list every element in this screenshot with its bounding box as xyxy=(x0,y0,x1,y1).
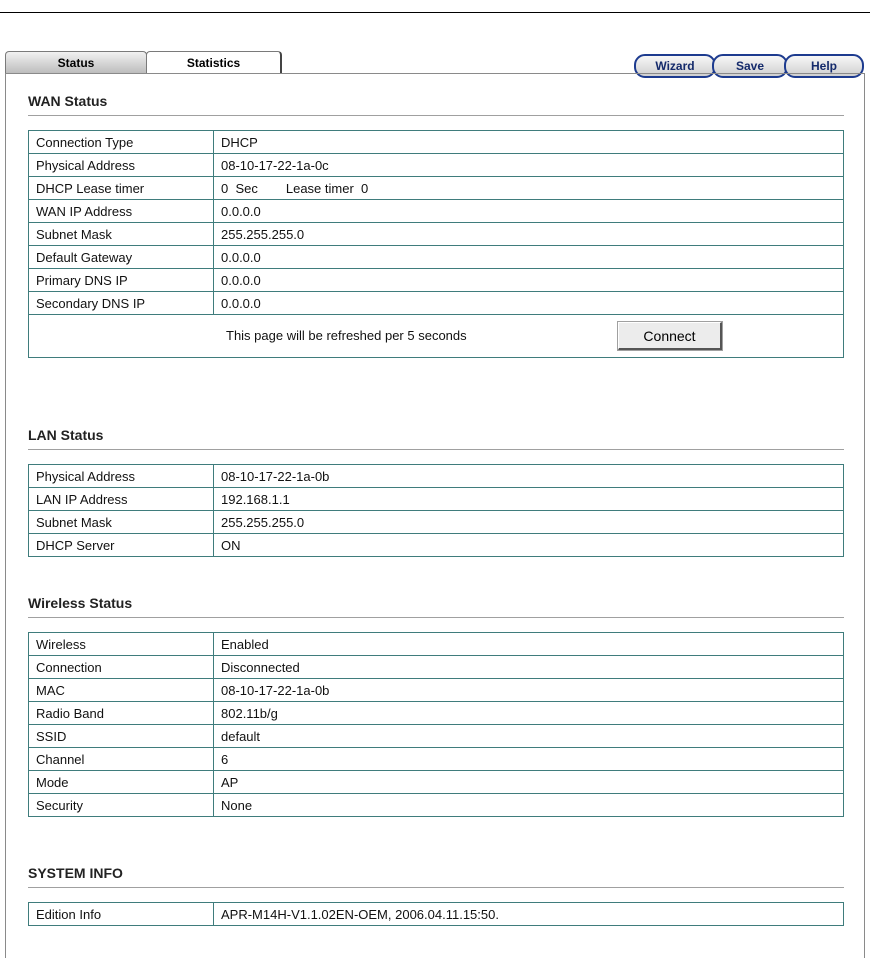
refresh-row: This page will be refreshed per 5 second… xyxy=(28,314,844,358)
table-row: Radio Band 802.11b/g xyxy=(28,701,844,725)
table-row: Secondary DNS IP 0.0.0.0 xyxy=(28,291,844,315)
table-row: LAN IP Address 192.168.1.1 xyxy=(28,487,844,511)
table-row: Wireless Enabled xyxy=(28,632,844,656)
lease-timer: Lease timer 0 xyxy=(285,180,369,196)
row-value: 0.0.0.0 xyxy=(213,199,844,223)
wan-status-table: Connection Type DHCP Physical Address 08… xyxy=(28,130,844,358)
table-row: Subnet Mask 255.255.255.0 xyxy=(28,222,844,246)
row-label: MAC xyxy=(28,678,214,702)
table-row: Physical Address 08-10-17-22-1a-0b xyxy=(28,464,844,488)
row-value: 0 Sec Lease timer 0 xyxy=(213,176,844,200)
row-value: Disconnected xyxy=(213,655,844,679)
system-info-table: Edition Info APR-M14H-V1.1.02EN-OEM, 200… xyxy=(28,902,844,926)
row-label: Subnet Mask xyxy=(28,510,214,534)
table-row: Connection Disconnected xyxy=(28,655,844,679)
row-label: SSID xyxy=(28,724,214,748)
row-label: Physical Address xyxy=(28,464,214,488)
wireless-status-table: Wireless Enabled Connection Disconnected… xyxy=(28,632,844,817)
table-row: Physical Address 08-10-17-22-1a-0c xyxy=(28,153,844,177)
row-value: AP xyxy=(213,770,844,794)
table-row: Security None xyxy=(28,793,844,817)
row-value: 08-10-17-22-1a-0c xyxy=(213,153,844,177)
row-value: 6 xyxy=(213,747,844,771)
row-label: Security xyxy=(28,793,214,817)
row-value: default xyxy=(213,724,844,748)
row-value: 802.11b/g xyxy=(213,701,844,725)
connect-button[interactable]: Connect xyxy=(617,321,723,351)
row-value: 0.0.0.0 xyxy=(213,268,844,292)
row-value: 255.255.255.0 xyxy=(213,222,844,246)
top-divider xyxy=(0,12,870,13)
row-label: Wireless xyxy=(28,632,214,656)
row-value: APR-M14H-V1.1.02EN-OEM, 2006.04.11.15:50… xyxy=(213,902,844,926)
tab-status[interactable]: Status xyxy=(5,51,147,73)
table-row: DHCP Server ON xyxy=(28,533,844,557)
row-value: 255.255.255.0 xyxy=(213,510,844,534)
row-label: Mode xyxy=(28,770,214,794)
row-value: None xyxy=(213,793,844,817)
row-value: 192.168.1.1 xyxy=(213,487,844,511)
wireless-status-title: Wireless Status xyxy=(28,595,844,618)
system-info-title: SYSTEM INFO xyxy=(28,865,844,888)
table-row: WAN IP Address 0.0.0.0 xyxy=(28,199,844,223)
table-row: Edition Info APR-M14H-V1.1.02EN-OEM, 200… xyxy=(28,902,844,926)
row-value: DHCP xyxy=(213,130,844,154)
lan-status-table: Physical Address 08-10-17-22-1a-0b LAN I… xyxy=(28,464,844,557)
row-value: 0.0.0.0 xyxy=(213,291,844,315)
row-label: Default Gateway xyxy=(28,245,214,269)
row-label: Channel xyxy=(28,747,214,771)
tab-statistics[interactable]: Statistics xyxy=(146,51,282,73)
table-row: Channel 6 xyxy=(28,747,844,771)
row-label: Secondary DNS IP xyxy=(28,291,214,315)
row-label: LAN IP Address xyxy=(28,487,214,511)
row-value: Enabled xyxy=(213,632,844,656)
row-label: Connection xyxy=(28,655,214,679)
row-label: DHCP Server xyxy=(28,533,214,557)
row-label: Subnet Mask xyxy=(28,222,214,246)
row-label: DHCP Lease timer xyxy=(28,176,214,200)
row-label: Edition Info xyxy=(28,902,214,926)
row-label: Radio Band xyxy=(28,701,214,725)
lan-status-title: LAN Status xyxy=(28,427,844,450)
table-row: Primary DNS IP 0.0.0.0 xyxy=(28,268,844,292)
status-panel: WAN Status Connection Type DHCP Physical… xyxy=(5,73,865,958)
table-row: DHCP Lease timer 0 Sec Lease timer 0 xyxy=(28,176,844,200)
table-row: Subnet Mask 255.255.255.0 xyxy=(28,510,844,534)
wan-status-title: WAN Status xyxy=(28,93,844,116)
row-value: 08-10-17-22-1a-0b xyxy=(213,678,844,702)
refresh-cell: This page will be refreshed per 5 second… xyxy=(28,314,844,358)
row-label: Connection Type xyxy=(28,130,214,154)
table-row: SSID default xyxy=(28,724,844,748)
row-label: Physical Address xyxy=(28,153,214,177)
lease-seconds: 0 Sec xyxy=(221,180,258,196)
table-row: MAC 08-10-17-22-1a-0b xyxy=(28,678,844,702)
row-label: WAN IP Address xyxy=(28,199,214,223)
row-value: ON xyxy=(213,533,844,557)
table-row: Connection Type DHCP xyxy=(28,130,844,154)
refresh-notice: This page will be refreshed per 5 second… xyxy=(226,328,467,343)
table-row: Default Gateway 0.0.0.0 xyxy=(28,245,844,269)
row-value: 08-10-17-22-1a-0b xyxy=(213,464,844,488)
row-value: 0.0.0.0 xyxy=(213,245,844,269)
table-row: Mode AP xyxy=(28,770,844,794)
row-label: Primary DNS IP xyxy=(28,268,214,292)
